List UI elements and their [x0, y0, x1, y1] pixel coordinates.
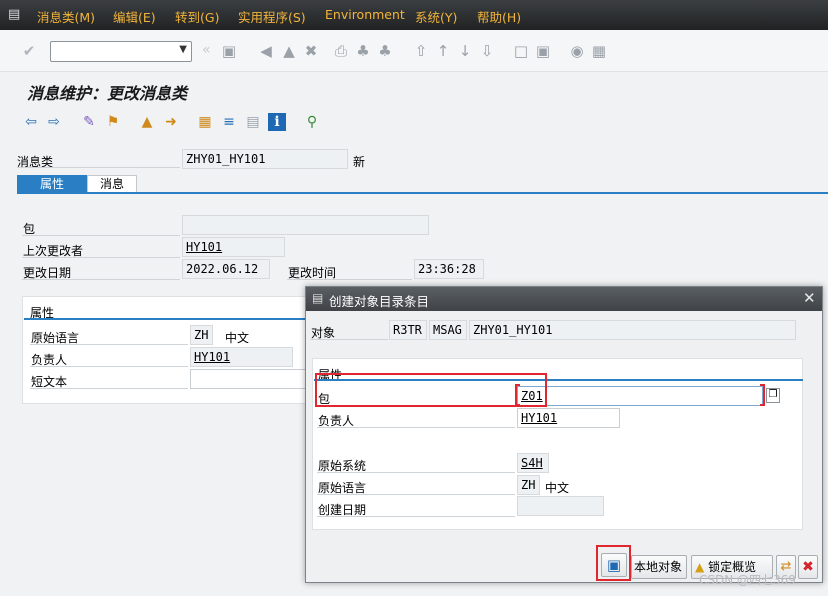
- print-icon[interactable]: ⎙: [332, 42, 350, 60]
- sap-menu-icon[interactable]: ▤: [8, 7, 24, 22]
- close-icon[interactable]: ✕: [803, 289, 816, 307]
- chevron-down-icon: ▼: [179, 44, 187, 55]
- menu-edit[interactable]: 编辑(E): [113, 7, 156, 26]
- divider: [22, 235, 180, 236]
- divider: [317, 427, 515, 428]
- divider: [30, 344, 188, 345]
- cancel-button[interactable]: ✖: [798, 555, 818, 579]
- dialog-menu-icon[interactable]: ▤: [312, 291, 323, 305]
- divider: [317, 516, 515, 517]
- watermark-text: CSDN @四七369: [699, 573, 796, 587]
- search-icon[interactable]: ⚲: [303, 113, 321, 131]
- last-changed-by-field[interactable]: HY101: [182, 237, 285, 257]
- divider: [17, 167, 180, 168]
- divider: [287, 279, 412, 280]
- layout-menu-icon[interactable]: ▦: [590, 42, 608, 60]
- menu-help[interactable]: 帮助(H): [477, 7, 521, 26]
- divider: [310, 339, 388, 340]
- exit-icon[interactable]: ▲: [280, 42, 298, 60]
- dialog-responsible-input[interactable]: HY101: [517, 408, 620, 428]
- highlight-box-package: [315, 373, 547, 407]
- shortcut-icon[interactable]: ▣: [534, 42, 552, 60]
- short-text-field[interactable]: [190, 369, 310, 389]
- highlight-box-save: [596, 545, 631, 581]
- other-object-icon[interactable]: ▲: [138, 113, 156, 131]
- dialog-title: 创建对象目录条目: [329, 294, 430, 309]
- enter-check-icon[interactable]: ✔: [20, 42, 38, 60]
- divider: [30, 366, 188, 367]
- status-text: 新: [353, 155, 366, 169]
- responsible-field[interactable]: HY101: [190, 347, 293, 367]
- first-page-icon[interactable]: ⇧: [412, 42, 430, 60]
- back-icon[interactable]: ◀: [257, 42, 275, 60]
- package-field: [182, 215, 429, 235]
- changed-on-field: 2022.06.12: [182, 259, 270, 279]
- active-inactive-icon[interactable]: ⚑: [104, 113, 122, 131]
- menu-system[interactable]: 系统(Y): [415, 7, 457, 26]
- toolbar-separator: «: [202, 42, 211, 58]
- orig-language-code: ZH: [190, 325, 213, 345]
- dialog-created-on-field: [517, 496, 604, 516]
- find-icon[interactable]: ♣: [354, 42, 372, 60]
- last-page-icon[interactable]: ⇩: [478, 42, 496, 60]
- tab-strip-line: [17, 192, 828, 194]
- display-change-icon[interactable]: ✎: [80, 113, 98, 131]
- save-icon[interactable]: ▣: [220, 42, 238, 60]
- tab-attributes[interactable]: 属性: [17, 175, 87, 193]
- find-next-icon[interactable]: ♣: [376, 42, 394, 60]
- dialog-package-input[interactable]: Z01: [517, 386, 763, 406]
- back-arrow-icon[interactable]: ⇦: [22, 113, 40, 131]
- divider: [317, 472, 515, 473]
- menu-goto[interactable]: 转到(G): [175, 7, 219, 26]
- local-object-button[interactable]: 本地对象: [631, 555, 687, 579]
- menu-environment[interactable]: Environment: [325, 7, 405, 22]
- menu-message-class[interactable]: 消息类(M): [37, 7, 95, 26]
- msgclass-field: ZHY01_HY101: [182, 149, 348, 169]
- divider: [30, 388, 188, 389]
- dialog-orig-language-name: 中文: [545, 481, 570, 495]
- tab-messages[interactable]: 消息: [87, 175, 137, 193]
- info-icon[interactable]: i: [268, 113, 286, 131]
- previous-page-icon[interactable]: ↑: [434, 42, 452, 60]
- object-list-icon[interactable]: ▦: [196, 113, 214, 131]
- object-name-field: ZHY01_HY101: [469, 320, 796, 340]
- object-pgmid-field: R3TR: [389, 320, 427, 340]
- group-underline: [24, 318, 312, 320]
- help-icon[interactable]: ◉: [568, 42, 586, 60]
- next-page-icon[interactable]: ↓: [456, 42, 474, 60]
- application-toolbar: [0, 108, 828, 138]
- page-title: 消息维护：更改消息类: [27, 84, 188, 103]
- changed-time-field: 23:36:28: [414, 259, 484, 279]
- orig-language-name: 中文: [225, 331, 250, 345]
- divider: [22, 279, 180, 280]
- display-object-icon[interactable]: ▤: [244, 113, 262, 131]
- menu-bar: ▤ 消息类(M) 编辑(E) 转到(G) 实用程序(S) Environment…: [0, 0, 828, 30]
- new-session-icon[interactable]: □: [512, 42, 530, 60]
- transport-icon[interactable]: ➜: [162, 113, 180, 131]
- where-used-icon[interactable]: ≡: [220, 113, 238, 131]
- divider: [22, 257, 180, 258]
- dialog-orig-language-code: ZH: [517, 475, 540, 495]
- divider: [317, 494, 515, 495]
- command-field[interactable]: ▼: [50, 41, 192, 62]
- object-type-field: MSAG: [429, 320, 467, 340]
- forward-arrow-icon[interactable]: ⇨: [45, 113, 63, 131]
- value-help-icon[interactable]: ❐: [766, 388, 780, 403]
- focus-bracket-right: [760, 384, 765, 406]
- menu-utilities[interactable]: 实用程序(S): [238, 7, 306, 26]
- cancel-icon[interactable]: ✖: [302, 42, 320, 60]
- dialog-orig-system-field[interactable]: S4H: [517, 453, 549, 473]
